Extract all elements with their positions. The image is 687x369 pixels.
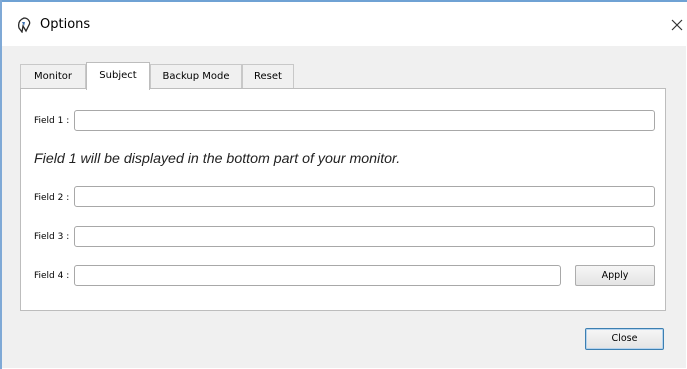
field-1-label: Field 1 :: [34, 116, 70, 126]
field-1-help-text: Field 1 will be displayed in the bottom …: [34, 151, 401, 167]
field-3-label: Field 3 :: [34, 232, 70, 242]
apply-button-label: Apply: [601, 270, 629, 281]
field-1-input[interactable]: [74, 110, 655, 131]
tab-backup-mode-label: Backup Mode: [162, 71, 230, 82]
window-title: Options: [40, 17, 91, 32]
field-4-input[interactable]: [74, 265, 561, 286]
tab-monitor-label: Monitor: [33, 71, 72, 82]
options-dialog: Options Monitor Subject Backup Mode Rese…: [0, 0, 687, 369]
tab-reset[interactable]: Reset: [242, 64, 294, 88]
tab-reset-label: Reset: [254, 71, 282, 82]
tab-backup-mode[interactable]: Backup Mode: [150, 64, 242, 88]
tab-monitor[interactable]: Monitor: [20, 64, 86, 88]
close-button[interactable]: Close: [585, 328, 664, 350]
tab-subject[interactable]: Subject: [86, 62, 150, 90]
field-2-label: Field 2 :: [34, 193, 70, 203]
field-3-input[interactable]: [74, 226, 655, 247]
close-button-label: Close: [611, 333, 638, 344]
title-bar[interactable]: Options: [2, 2, 686, 46]
tab-subject-label: Subject: [99, 70, 137, 81]
close-icon[interactable]: [666, 14, 687, 36]
app-logo-icon: [16, 17, 32, 34]
field-4-label: Field 4 :: [34, 271, 70, 281]
apply-button[interactable]: Apply: [575, 265, 655, 286]
field-2-input[interactable]: [74, 186, 655, 207]
